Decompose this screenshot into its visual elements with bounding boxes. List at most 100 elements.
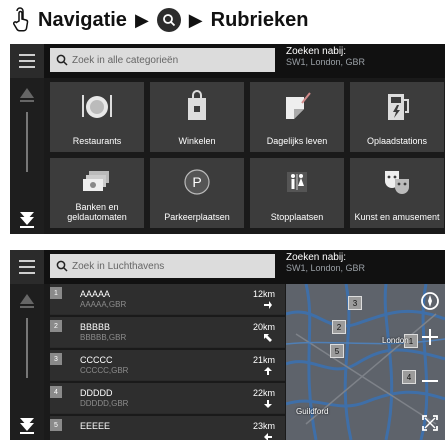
category-arts-entertainment[interactable]: Kunst en amusement bbox=[350, 158, 444, 228]
menu-button[interactable] bbox=[10, 44, 44, 78]
fullscreen-icon[interactable] bbox=[419, 412, 441, 434]
breadcrumb-arrow-icon: ▶ bbox=[188, 9, 203, 30]
results-list: 1 AAAAA AAAAA,GBR 12km 2 BBBBB BBBBB,GBR… bbox=[50, 284, 285, 440]
result-address: CCCCC,GBR bbox=[80, 366, 129, 375]
menu-icon-line bbox=[19, 272, 35, 274]
map-pin[interactable]: 2 bbox=[332, 320, 346, 334]
result-distance: 23km bbox=[252, 421, 275, 431]
svg-text:P: P bbox=[192, 174, 201, 190]
arrow-right-icon bbox=[264, 301, 272, 309]
results-screen: Zoeken nabij: SW1, London, GBR 1 AAAAA A… bbox=[10, 250, 445, 440]
arrow-up-left-icon bbox=[264, 334, 272, 342]
map-city-label: Guildford bbox=[296, 407, 329, 416]
result-distance: 22km bbox=[252, 388, 275, 398]
map-city-label: London bbox=[382, 336, 409, 345]
result-distance: 20km bbox=[252, 322, 275, 332]
menu-button[interactable] bbox=[10, 250, 44, 284]
scroll-track[interactable] bbox=[26, 318, 28, 378]
category-grid: Restaurants Winkelen Dagelijks leven Opl… bbox=[50, 82, 445, 228]
scroll-down-icon[interactable] bbox=[19, 210, 35, 228]
category-label: Restaurants bbox=[72, 136, 122, 146]
category-label: Kunst en amusement bbox=[354, 212, 440, 222]
header-navigation-label: Navigatie bbox=[38, 8, 127, 31]
theater-masks-icon bbox=[380, 166, 414, 198]
search-near-title: Zoeken nabij: bbox=[286, 46, 347, 57]
category-label: Oplaadstations bbox=[366, 136, 428, 146]
category-label: Banken en geldautomaten bbox=[67, 202, 127, 222]
search-box[interactable] bbox=[50, 48, 275, 72]
search-icon bbox=[56, 260, 68, 272]
search-icon bbox=[156, 8, 181, 32]
compass-icon[interactable] bbox=[419, 290, 441, 312]
map-view[interactable]: 3 2 5 1 4 London Guildford bbox=[286, 284, 445, 440]
arrow-up-icon bbox=[264, 367, 272, 375]
result-distance: 12km bbox=[252, 289, 275, 299]
result-index-badge: 1 bbox=[50, 287, 62, 299]
category-banks-atms[interactable]: Banken en geldautomaten bbox=[50, 158, 144, 228]
result-distance: 21km bbox=[252, 355, 275, 365]
daily-life-icon bbox=[280, 90, 314, 122]
scroll-up-icon[interactable] bbox=[19, 86, 35, 104]
list-item[interactable]: 4 DDDDD DDDDD,GBR 22km bbox=[50, 383, 285, 414]
top-bar: Zoeken nabij: SW1, London, GBR bbox=[10, 250, 445, 284]
category-shopping[interactable]: Winkelen bbox=[150, 82, 244, 152]
search-near-button[interactable]: Zoeken nabij: SW1, London, GBR bbox=[286, 46, 365, 68]
scroll-down-icon[interactable] bbox=[19, 416, 35, 434]
result-index-badge: 2 bbox=[50, 320, 62, 332]
result-address: BBBBB,GBR bbox=[80, 333, 127, 342]
charging-station-icon bbox=[380, 90, 414, 122]
search-input[interactable] bbox=[72, 260, 267, 272]
scrollbar[interactable] bbox=[10, 78, 44, 234]
category-parking[interactable]: P Parkeerplaatsen bbox=[150, 158, 244, 228]
list-item[interactable]: 1 AAAAA AAAAA,GBR 12km bbox=[50, 284, 285, 315]
map-pin[interactable]: 4 bbox=[402, 370, 416, 384]
result-address: DDDDD,GBR bbox=[80, 399, 129, 408]
list-item[interactable]: 3 CCCCC CCCCC,GBR 21km bbox=[50, 350, 285, 381]
zoom-out-icon[interactable] bbox=[419, 370, 441, 392]
result-name: CCCCC bbox=[80, 355, 113, 365]
map-pin[interactable]: 5 bbox=[330, 344, 344, 358]
search-near-title: Zoeken nabij: bbox=[286, 252, 347, 263]
result-index-badge: 5 bbox=[50, 419, 62, 431]
result-name: DDDDD bbox=[80, 388, 113, 398]
result-address: AAAAA,GBR bbox=[80, 300, 127, 309]
finger-tap-icon bbox=[8, 5, 32, 35]
category-restaurants[interactable]: Restaurants bbox=[50, 82, 144, 152]
top-bar: Zoeken nabij: SW1, London, GBR bbox=[10, 44, 445, 78]
result-name: BBBBB bbox=[80, 322, 111, 332]
map-pin[interactable]: 3 bbox=[348, 296, 362, 310]
result-name: AAAAA bbox=[80, 289, 111, 299]
scroll-up-icon[interactable] bbox=[19, 292, 35, 310]
category-label: Parkeerplaatsen bbox=[164, 212, 230, 222]
menu-icon-line bbox=[19, 60, 35, 62]
category-daily-life[interactable]: Dagelijks leven bbox=[250, 82, 344, 152]
menu-icon-line bbox=[19, 266, 35, 268]
list-item[interactable]: 2 BBBBB BBBBB,GBR 20km bbox=[50, 317, 285, 348]
bank-atm-icon bbox=[80, 166, 114, 198]
scroll-track[interactable] bbox=[26, 112, 28, 172]
category-label: Dagelijks leven bbox=[266, 136, 328, 146]
search-box[interactable] bbox=[50, 254, 275, 278]
search-near-location: SW1, London, GBR bbox=[286, 263, 366, 273]
category-charging[interactable]: Oplaadstations bbox=[350, 82, 444, 152]
categories-screen: Zoeken nabij: SW1, London, GBR bbox=[10, 44, 445, 234]
page-header: Navigatie ▶ ▶ Rubrieken bbox=[0, 0, 447, 40]
search-icon bbox=[56, 54, 68, 66]
menu-icon-line bbox=[19, 54, 35, 56]
arrow-down-icon bbox=[264, 400, 272, 408]
parking-icon: P bbox=[180, 166, 214, 198]
zoom-in-icon[interactable] bbox=[419, 326, 441, 348]
menu-icon-line bbox=[19, 66, 35, 68]
result-name: EEEEE bbox=[80, 421, 111, 431]
breadcrumb-arrow-icon: ▶ bbox=[134, 9, 149, 30]
restaurant-icon bbox=[80, 90, 114, 122]
restroom-icon bbox=[280, 166, 314, 198]
search-input[interactable] bbox=[72, 54, 267, 66]
list-item[interactable]: 5 EEEEE 23km bbox=[50, 416, 285, 440]
result-index-badge: 3 bbox=[50, 353, 62, 365]
scrollbar[interactable] bbox=[10, 284, 44, 440]
arrow-left-icon bbox=[264, 433, 272, 440]
category-stops[interactable]: Stopplaatsen bbox=[250, 158, 344, 228]
result-index-badge: 4 bbox=[50, 386, 62, 398]
search-near-button[interactable]: Zoeken nabij: SW1, London, GBR bbox=[286, 252, 365, 274]
